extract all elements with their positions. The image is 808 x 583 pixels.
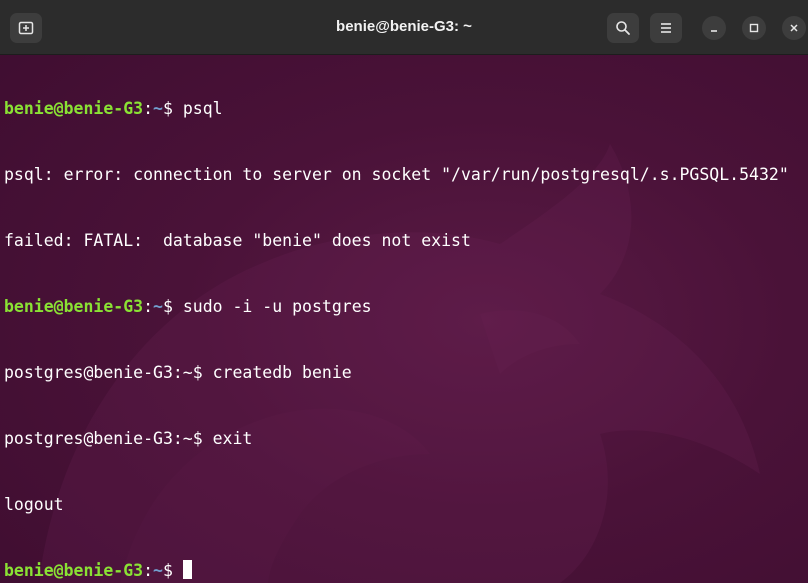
prompt-separator: :: [143, 561, 154, 580]
search-icon: [616, 21, 630, 35]
maximize-icon: [749, 23, 759, 33]
terminal-line-prompt: benie@benie-G3:~$ psql: [4, 98, 804, 120]
hamburger-menu-icon: [661, 23, 671, 33]
terminal-line-prompt: benie@benie-G3:~$: [4, 560, 804, 582]
prompt-separator: :: [143, 297, 154, 316]
prompt-separator: :: [143, 99, 154, 118]
terminal-line-output: logout: [4, 495, 64, 514]
prompt-path: ~: [153, 99, 163, 118]
text-cursor: [182, 560, 192, 579]
prompt-dollar: $: [162, 561, 183, 580]
terminal-window: benie@benie-G3: ~ benie@benie-G3:~$ psql…: [0, 0, 808, 583]
terminal-line-output: failed: FATAL: database "benie" does not…: [4, 231, 471, 250]
terminal-line-prompt: benie@benie-G3:~$ sudo -i -u postgres: [4, 296, 804, 318]
close-icon: [790, 24, 798, 32]
prompt-dollar: $: [162, 99, 183, 118]
command-text: sudo -i -u postgres: [182, 297, 372, 316]
command-text: psql: [182, 99, 223, 118]
close-button[interactable]: [782, 16, 806, 40]
title-bar[interactable]: benie@benie-G3: ~: [0, 0, 808, 55]
minimize-button[interactable]: [702, 16, 726, 40]
prompt-dollar: $: [162, 297, 183, 316]
prompt-user: benie@benie-G3: [4, 297, 144, 316]
minimize-icon: [711, 30, 717, 32]
prompt-path: ~: [153, 297, 163, 316]
maximize-button[interactable]: [742, 16, 766, 40]
menu-button[interactable]: [650, 13, 682, 43]
terminal-line-output: postgres@benie-G3:~$ createdb benie: [4, 363, 352, 382]
prompt-user: benie@benie-G3: [4, 561, 144, 580]
terminal-line-output: psql: error: connection to server on soc…: [4, 165, 789, 184]
search-button[interactable]: [607, 13, 639, 43]
window-title: benie@benie-G3: ~: [336, 18, 472, 35]
prompt-path: ~: [153, 561, 163, 580]
terminal-line-output: postgres@benie-G3:~$ exit: [4, 429, 253, 448]
terminal-output[interactable]: benie@benie-G3:~$ psql psql: error: conn…: [4, 54, 804, 582]
prompt-user: benie@benie-G3: [4, 99, 144, 118]
